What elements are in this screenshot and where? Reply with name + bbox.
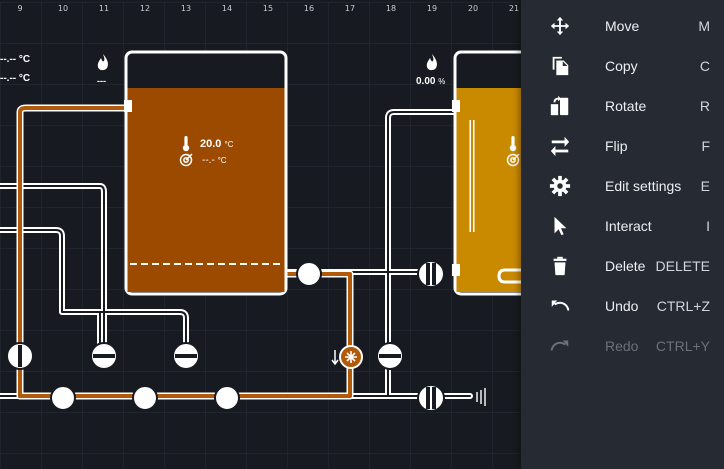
grid-column-label: 18 xyxy=(385,4,397,13)
menu-item-label: Interact xyxy=(605,218,652,234)
grid-column-label: 14 xyxy=(221,4,233,13)
menu-item-label: Delete xyxy=(605,258,646,274)
menu-item-label: Redo xyxy=(605,338,639,354)
menu-item-label: Move xyxy=(605,18,640,34)
menu-item-flip[interactable]: Flip F xyxy=(521,126,724,166)
menu-item-move[interactable]: Move M xyxy=(521,6,724,46)
menu-item-shortcut: C xyxy=(699,58,710,74)
valve xyxy=(376,342,404,370)
kettle-temp-value: 20.0 xyxy=(200,138,222,150)
kettle-setpoint-unit: °C xyxy=(217,156,227,165)
burner-right-value: 0.00 xyxy=(416,76,436,87)
menu-item-redo[interactable]: Redo CTRL+Y xyxy=(521,326,724,366)
menu-item-interact[interactable]: Interact I xyxy=(521,206,724,246)
grid-column-label: 15 xyxy=(262,4,274,13)
left-edge-readout: --.-- °C xyxy=(0,54,31,65)
burner-left-value: --- xyxy=(97,76,106,86)
grid-column-label: 11 xyxy=(98,4,110,13)
menu-item-label: Rotate xyxy=(605,98,647,114)
rotate-icon xyxy=(550,95,569,116)
menu-item-shortcut: M xyxy=(698,18,710,34)
grid-column-label: 10 xyxy=(57,4,69,13)
menu-item-shortcut: E xyxy=(700,178,710,194)
kettle-vessel[interactable] xyxy=(124,50,288,296)
left-edge-readout: --.-- °C xyxy=(0,73,31,84)
valve xyxy=(6,342,34,370)
trash-icon xyxy=(553,256,567,276)
menu-item-label: Copy xyxy=(605,58,638,74)
grid-column-label: 12 xyxy=(139,4,151,13)
flip-arrows-icon xyxy=(550,136,570,157)
grid-column-label: 21 xyxy=(508,4,520,13)
cursor-icon xyxy=(554,216,567,236)
undo-icon xyxy=(551,300,570,311)
valve xyxy=(417,384,445,412)
menu-item-shortcut: CTRL+Z xyxy=(656,298,710,314)
menu-item-edit-settings[interactable]: Edit settings E xyxy=(521,166,724,206)
move-arrows-icon xyxy=(550,16,570,36)
kettle-liquid xyxy=(127,88,285,292)
menu-item-shortcut: F xyxy=(701,138,710,154)
valve xyxy=(90,342,118,370)
valve xyxy=(417,260,445,288)
tool-menu: Move M Copy C Rotate R Flip F Edit setti… xyxy=(521,0,724,469)
grid-column-label: 17 xyxy=(344,4,356,13)
grid-column-label: 20 xyxy=(467,4,479,13)
menu-item-shortcut: I xyxy=(706,218,710,234)
grid-column-label: 13 xyxy=(180,4,192,13)
grid-column-label: 16 xyxy=(303,4,315,13)
grid-column-label: 9 xyxy=(17,4,23,13)
burner-right-readout: 0.00 % xyxy=(416,76,445,87)
menu-item-label: Undo xyxy=(605,298,639,314)
redo-icon xyxy=(550,340,569,351)
menu-item-label: Edit settings xyxy=(605,178,682,194)
menu-item-shortcut: R xyxy=(699,98,710,114)
kettle-temperature: 20.0 °C xyxy=(200,138,233,150)
kettle-setpoint: --.- °C xyxy=(202,155,227,166)
grid-column-label: 19 xyxy=(426,4,438,13)
menu-item-copy[interactable]: Copy C xyxy=(521,46,724,86)
kettle-temp-unit: °C xyxy=(224,140,234,149)
menu-item-label: Flip xyxy=(605,138,628,154)
menu-item-undo[interactable]: Undo CTRL+Z xyxy=(521,286,724,326)
menu-item-rotate[interactable]: Rotate R xyxy=(521,86,724,126)
gear-icon xyxy=(549,175,571,197)
menu-item-shortcut: CTRL+Y xyxy=(655,338,710,354)
valve xyxy=(172,342,200,370)
burner-right-unit: % xyxy=(438,77,446,86)
copy-icon xyxy=(552,56,569,76)
kettle-setpoint-value: --.- xyxy=(202,155,215,166)
menu-item-shortcut: DELETE xyxy=(655,258,710,274)
menu-item-delete[interactable]: Delete DELETE xyxy=(521,246,724,286)
